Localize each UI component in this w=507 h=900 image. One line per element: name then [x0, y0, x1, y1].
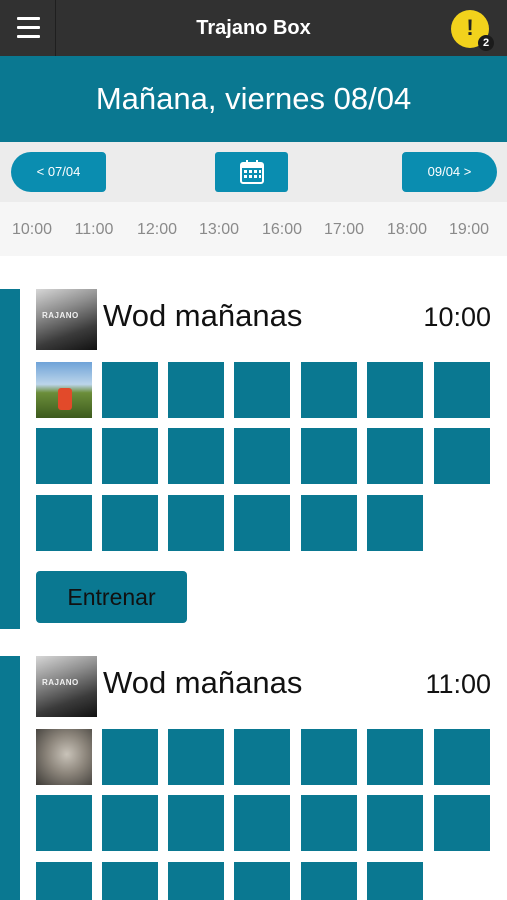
free-slot[interactable] [301, 362, 357, 418]
free-slot[interactable] [434, 362, 490, 418]
hour-13[interactable]: 13:00 [189, 220, 249, 240]
free-slot[interactable] [234, 729, 290, 785]
day-title: Mañana, viernes 08/04 [95, 81, 412, 116]
class-accent-bar [0, 289, 20, 629]
coach-avatar: RAJANO [36, 656, 97, 717]
free-slot[interactable] [301, 729, 357, 785]
free-slot[interactable] [301, 795, 357, 851]
free-slot[interactable] [367, 362, 423, 418]
free-slot[interactable] [102, 729, 158, 785]
free-slot[interactable] [168, 795, 224, 851]
class-name: Wod mañanas [103, 665, 303, 700]
train-button[interactable]: Entrenar [36, 571, 187, 623]
calendar-button[interactable] [215, 152, 288, 192]
free-slot[interactable] [102, 862, 158, 900]
free-slot[interactable] [168, 362, 224, 418]
free-slot[interactable] [367, 862, 423, 900]
free-slot[interactable] [36, 495, 92, 551]
free-slot[interactable] [367, 495, 423, 551]
hour-16[interactable]: 16:00 [252, 220, 312, 240]
free-slot[interactable] [234, 362, 290, 418]
free-slot[interactable] [168, 862, 224, 900]
class-card: RAJANO Wod mañanas 11:00 [0, 656, 507, 900]
free-slot[interactable] [168, 729, 224, 785]
coach-logo-text: RAJANO [42, 678, 79, 687]
app-title: Trajano Box [196, 17, 311, 39]
free-slot[interactable] [102, 795, 158, 851]
class-card: RAJANO Wod mañanas 10:00 Entrenar [0, 289, 507, 629]
free-slot[interactable] [367, 729, 423, 785]
free-slot[interactable] [367, 428, 423, 484]
alert-icon[interactable]: ! 2 [451, 10, 494, 51]
free-slot[interactable] [301, 495, 357, 551]
free-slot[interactable] [301, 428, 357, 484]
top-bar: Trajano Box ! 2 [0, 0, 507, 56]
attendee-avatar[interactable] [36, 362, 92, 418]
free-slot[interactable] [36, 795, 92, 851]
free-slot[interactable] [234, 795, 290, 851]
hour-12[interactable]: 12:00 [127, 220, 187, 240]
free-slot[interactable] [36, 428, 92, 484]
free-slot[interactable] [234, 428, 290, 484]
hour-10[interactable]: 10:00 [2, 220, 62, 240]
hour-11[interactable]: 11:00 [64, 220, 124, 240]
class-time: 10:00 [423, 302, 491, 332]
calendar-icon [240, 160, 264, 184]
free-slot[interactable] [434, 795, 490, 851]
free-slot[interactable] [102, 495, 158, 551]
date-navigation: < 07/04 09/04 > [0, 142, 507, 202]
free-slot[interactable] [168, 428, 224, 484]
free-slot[interactable] [434, 428, 490, 484]
free-slot[interactable] [234, 862, 290, 900]
free-slot[interactable] [434, 729, 490, 785]
next-day-button[interactable]: 09/04 > [402, 152, 497, 192]
hour-18[interactable]: 18:00 [377, 220, 437, 240]
prev-day-button[interactable]: < 07/04 [11, 152, 106, 192]
class-accent-bar [0, 656, 20, 900]
free-slot[interactable] [234, 495, 290, 551]
hour-selector: 10:00 11:00 12:00 13:00 16:00 17:00 18:0… [0, 202, 507, 256]
free-slot[interactable] [102, 362, 158, 418]
coach-avatar: RAJANO [36, 289, 97, 350]
day-header: Mañana, viernes 08/04 [0, 56, 507, 142]
attendee-avatar[interactable] [36, 729, 92, 785]
class-time: 11:00 [425, 669, 491, 699]
class-name: Wod mañanas [103, 298, 303, 333]
hour-19[interactable]: 19:00 [439, 220, 499, 240]
coach-logo-text: RAJANO [42, 311, 79, 320]
free-slot[interactable] [36, 862, 92, 900]
free-slot[interactable] [367, 795, 423, 851]
free-slot[interactable] [301, 862, 357, 900]
hour-17[interactable]: 17:00 [314, 220, 374, 240]
free-slot[interactable] [168, 495, 224, 551]
alert-count-badge: 2 [478, 35, 494, 51]
free-slot[interactable] [102, 428, 158, 484]
